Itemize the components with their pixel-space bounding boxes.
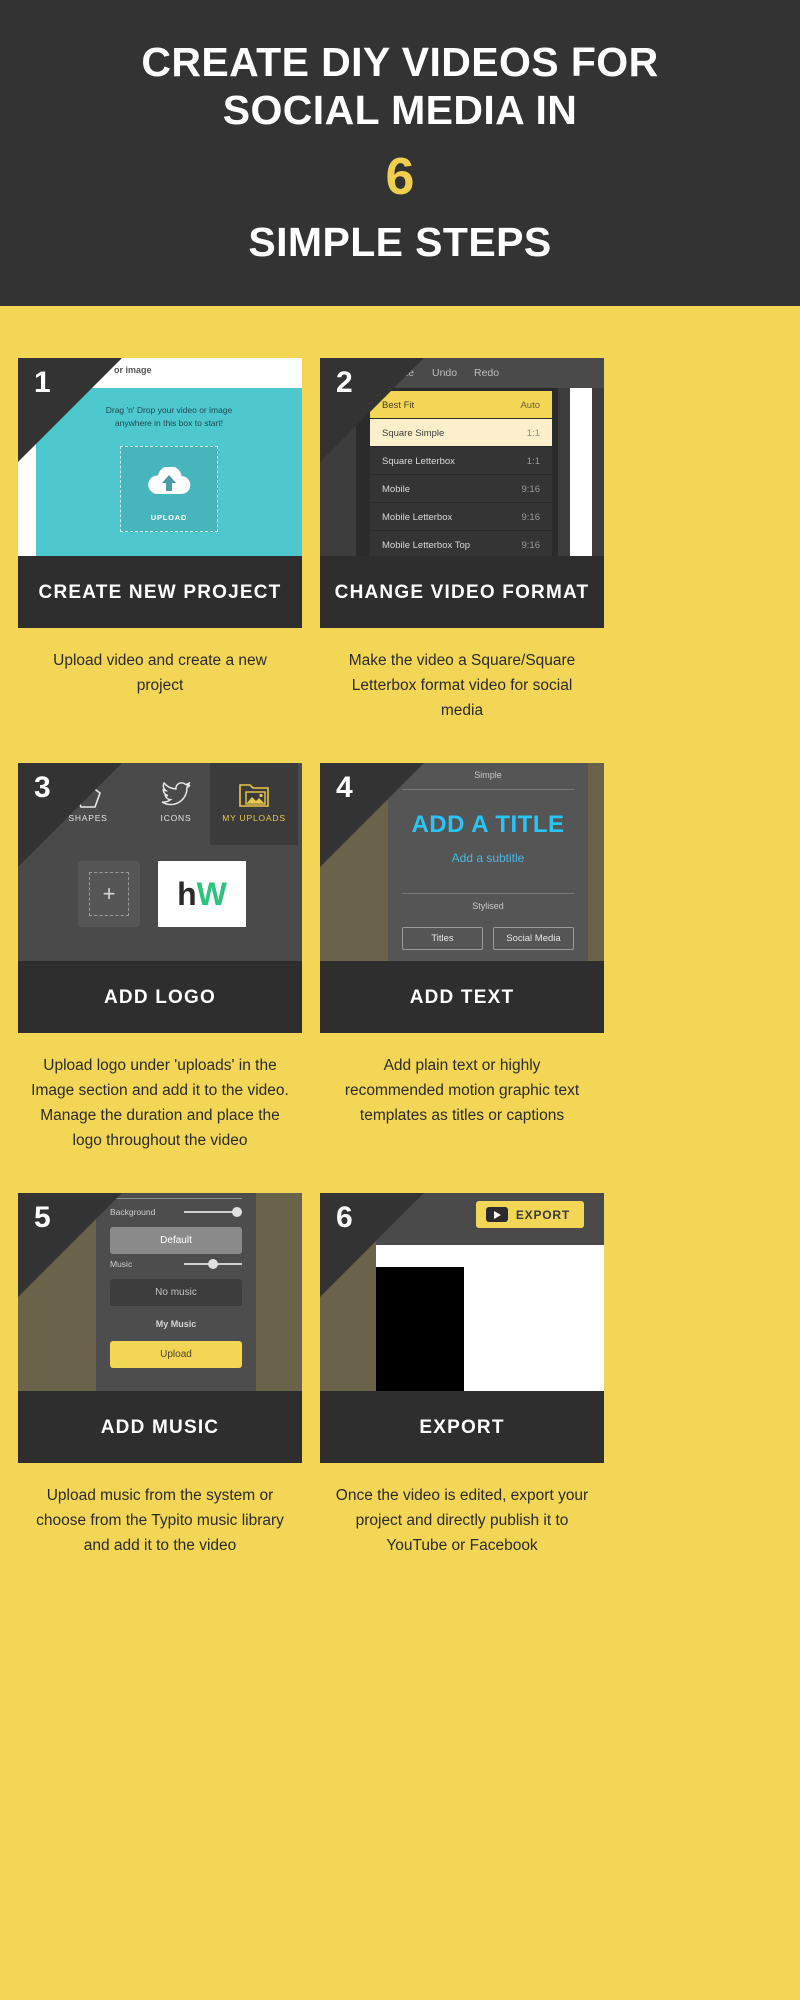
step-3-screenshot: SHAPES ICONS MY UPLOADS + h W 3 [18,763,302,961]
step-6-screenshot: EXPORT 6 [320,1193,604,1391]
step-5-screenshot: Background Default Music No music My Mus… [18,1193,302,1391]
panel-divider [110,1198,242,1199]
music-volume-slider[interactable] [184,1259,242,1269]
background-source-button[interactable]: Default [110,1227,242,1254]
export-button-label: EXPORT [515,1207,570,1222]
menu-item-undo[interactable]: Undo [432,367,457,379]
music-source-button[interactable]: No music [110,1279,242,1306]
uploaded-logo-thumbnail[interactable]: hW [158,861,246,927]
step-1-screenshot: or image Drag 'n' Drop your video or ima… [18,358,302,556]
section-label-stylised: Stylised [472,901,504,911]
step-3-title: ADD LOGO [18,961,302,1033]
step-number-6: 6 [336,1201,353,1234]
step-1-caption: Upload video and create a new project [53,652,267,694]
infographic-header: CREATE DIY VIDEOS FOR SOCIAL MEDIA IN 6 … [0,0,800,306]
header-step-count: 6 [385,148,415,206]
step-4-screenshot: Simple ADD A TITLE Add a subtitle Stylis… [320,763,604,961]
slider-knob[interactable] [208,1259,218,1269]
step-card-4: Simple ADD A TITLE Add a subtitle Stylis… [320,763,604,1153]
step-3-caption: Upload logo under 'uploads' in the Image… [31,1057,289,1149]
step-2-caption: Make the video a Square/Square Letterbox… [348,652,576,719]
folder-image-icon [214,777,294,813]
step-card-3: SHAPES ICONS MY UPLOADS + h W 3 ADD LOGO… [18,763,302,1153]
my-music-label: My Music [155,1319,197,1329]
step-2-title: CHANGE VIDEO FORMAT [320,556,604,628]
upload-button-label[interactable]: UPLOAD [121,513,217,522]
twitter-bird-icon [136,777,216,813]
video-preview-strip [570,384,592,556]
step-5-caption: Upload music from the system or choose f… [36,1487,284,1554]
step-card-5: Background Default Music No music My Mus… [18,1193,302,1558]
step-card-2: Resize Undo Redo Best Fit Auto Square Si… [320,358,604,723]
social-media-button[interactable]: Social Media [493,927,574,950]
format-option-ratio: 1:1 [526,428,540,439]
step-number-1: 1 [34,366,51,399]
tab-my-uploads[interactable]: MY UPLOADS [214,777,294,823]
format-option-ratio: 1:1 [526,456,540,467]
format-option-mobile[interactable]: Mobile 9:16 [370,475,552,503]
step-6-title: EXPORT [320,1391,604,1463]
row-spacer-2 [18,1153,782,1193]
slider-knob[interactable] [232,1207,242,1217]
cloud-upload-icon [148,467,191,495]
step-number-4: 4 [336,771,353,804]
step-1-title: CREATE NEW PROJECT [18,556,302,628]
format-option-ratio: 9:16 [521,512,541,523]
divider-2 [402,893,574,894]
format-option-name: Mobile [382,484,410,495]
step-number-5: 5 [34,1201,51,1234]
youtube-play-icon [485,1207,508,1222]
step-6-caption: Once the video is edited, export your pr… [335,1487,589,1554]
export-button[interactable]: EXPORT [475,1201,584,1228]
step-2-screenshot: Resize Undo Redo Best Fit Auto Square Si… [320,358,604,556]
upload-box[interactable]: UPLOAD [120,446,218,532]
step-card-6: EXPORT 6 EXPORT Once the video is edited… [320,1193,604,1558]
logo-letter-h: h [177,876,197,912]
row-spacer-1 [18,723,782,763]
format-option-mobile-letterbox[interactable]: Mobile Letterbox 9:16 [370,503,552,531]
step-number-3: 3 [34,771,51,804]
template-category-buttons: Titles Social Media [402,927,574,950]
format-option-mobile-letterbox-top[interactable]: Mobile Letterbox Top 9:16 [370,531,552,556]
step-4-caption: Add plain text or highly recommended mot… [344,1057,580,1124]
divider-1 [402,789,574,790]
format-option-ratio: 9:16 [521,484,541,495]
tab-my-uploads-label: MY UPLOADS [222,813,286,823]
add-upload-button[interactable]: + [78,861,140,927]
step-number-2: 2 [336,366,353,399]
format-option-name: Mobile Letterbox [382,512,453,523]
format-option-ratio: 9:16 [521,540,541,551]
format-option-ratio: Auto [520,400,540,411]
logo-letter-w: W [196,876,227,912]
titles-button[interactable]: Titles [402,927,483,950]
step-5-title: ADD MUSIC [18,1391,302,1463]
music-upload-button[interactable]: Upload [110,1341,242,1368]
header-title-line2: SOCIAL MEDIA IN [222,87,578,133]
header-title-line3: SIMPLE STEPS [248,219,552,265]
steps-grid: or image Drag 'n' Drop your video or ima… [0,306,800,1558]
plus-icon: + [102,881,116,906]
tab-icons[interactable]: ICONS [136,777,216,823]
background-volume-slider[interactable] [184,1207,242,1217]
step-4-title: ADD TEXT [320,961,604,1033]
header-title-line1: CREATE DIY VIDEOS FOR [141,39,659,85]
menu-item-redo[interactable]: Redo [474,367,499,379]
tab-icons-label: ICONS [160,813,192,823]
format-option-name: Mobile Letterbox Top [382,540,471,551]
step-card-1: or image Drag 'n' Drop your video or ima… [18,358,302,723]
